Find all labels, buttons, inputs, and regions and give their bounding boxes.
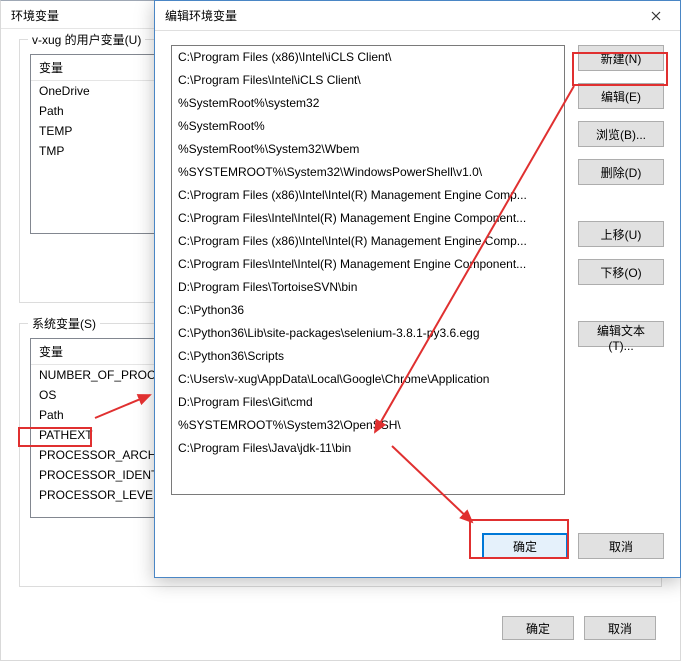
system-vars-legend: 系统变量(S) xyxy=(28,315,100,332)
move-down-button[interactable]: 下移(O) xyxy=(578,259,664,285)
list-item[interactable]: C:\Python36\Lib\site-packages\selenium-3… xyxy=(172,322,564,345)
list-item[interactable]: C:\Python36\Scripts xyxy=(172,345,564,368)
list-item[interactable]: D:\Program Files\Git\cmd xyxy=(172,391,564,414)
edit-env-var-bottom-buttons: 确定 取消 xyxy=(482,533,664,559)
list-item[interactable]: %SYSTEMROOT%\System32\OpenSSH\ xyxy=(172,414,564,437)
list-item[interactable]: D:\Program Files\TortoiseSVN\bin xyxy=(172,276,564,299)
col-variable: 变量 xyxy=(31,339,71,364)
path-list[interactable]: C:\Program Files (x86)\Intel\iCLS Client… xyxy=(171,45,565,495)
move-up-button[interactable]: 上移(U) xyxy=(578,221,664,247)
list-item[interactable]: C:\Program Files\Intel\iCLS Client\ xyxy=(172,69,564,92)
list-item[interactable]: %SystemRoot% xyxy=(172,115,564,138)
edit-button[interactable]: 编辑(E) xyxy=(578,83,664,109)
list-item[interactable]: %SystemRoot%\system32 xyxy=(172,92,564,115)
edit-env-var-body: C:\Program Files (x86)\Intel\iCLS Client… xyxy=(155,31,680,577)
list-item[interactable]: C:\Python36 xyxy=(172,299,564,322)
side-buttons: 新建(N) 编辑(E) 浏览(B)... 删除(D) 上移(U) 下移(O) 编… xyxy=(578,45,664,347)
list-item[interactable]: C:\Program Files (x86)\Intel\Intel(R) Ma… xyxy=(172,230,564,253)
delete-button[interactable]: 删除(D) xyxy=(578,159,664,185)
list-item[interactable]: C:\Users\v-xug\AppData\Local\Google\Chro… xyxy=(172,368,564,391)
list-item[interactable]: C:\Program Files\Intel\Intel(R) Manageme… xyxy=(172,207,564,230)
cancel-button[interactable]: 取消 xyxy=(578,533,664,559)
list-item[interactable]: %SYSTEMROOT%\System32\WindowsPowerShell\… xyxy=(172,161,564,184)
list-item[interactable]: %SystemRoot%\System32\Wbem xyxy=(172,138,564,161)
edit-env-var-title: 编辑环境变量 xyxy=(165,7,237,24)
edit-env-var-dialog: 编辑环境变量 C:\Program Files (x86)\Intel\iCLS… xyxy=(154,0,681,578)
ok-button[interactable]: 确定 xyxy=(482,533,568,559)
user-vars-legend: v-xug 的用户变量(U) xyxy=(28,31,145,48)
list-item[interactable]: C:\Program Files\Java\jdk-11\bin xyxy=(172,437,564,460)
ok-button-bg[interactable]: 确定 xyxy=(502,616,574,640)
new-button[interactable]: 新建(N) xyxy=(578,45,664,71)
list-item[interactable]: C:\Program Files (x86)\Intel\Intel(R) Ma… xyxy=(172,184,564,207)
col-variable: 变量 xyxy=(31,55,71,80)
list-item[interactable]: C:\Program Files (x86)\Intel\iCLS Client… xyxy=(172,46,564,69)
edit-text-button[interactable]: 编辑文本(T)... xyxy=(578,321,664,347)
browse-button[interactable]: 浏览(B)... xyxy=(578,121,664,147)
close-icon[interactable] xyxy=(636,2,676,30)
list-item[interactable]: C:\Program Files\Intel\Intel(R) Manageme… xyxy=(172,253,564,276)
cancel-button-bg[interactable]: 取消 xyxy=(584,616,656,640)
env-vars-bottom-buttons: 确定 取消 xyxy=(502,616,656,640)
edit-env-var-titlebar: 编辑环境变量 xyxy=(155,1,680,31)
